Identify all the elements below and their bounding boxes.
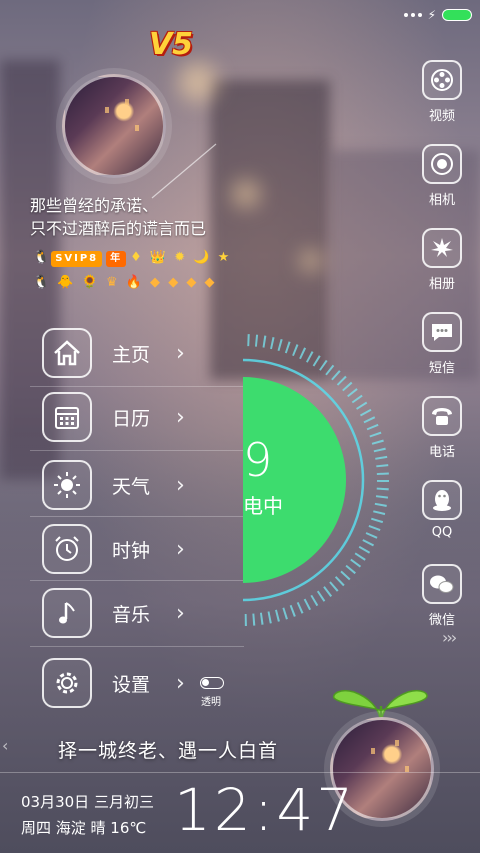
- chevron-right-icon: ›: [176, 472, 185, 498]
- ring-value: 9: [243, 433, 273, 487]
- dock-label-video: 视频: [428, 109, 455, 124]
- chat-bubble-icon: [422, 312, 462, 352]
- signature-line-1: 那些曾经的承诺、: [30, 196, 159, 215]
- dock-item-video[interactable]: 视频: [420, 60, 464, 124]
- slogan-text: 择一城终老、遇一人白首: [58, 740, 279, 762]
- badge-row-2: 🐧 🐥 🌻 ♛ 🔥 ◆ ◆ ◆ ◆: [33, 275, 217, 290]
- weekday-weather-text: 周四 海淀 晴 16℃: [21, 819, 147, 837]
- menu-item-home[interactable]: 主页 ›: [42, 326, 244, 380]
- decorative-line: [151, 143, 217, 199]
- menu-label-settings: 设置: [112, 673, 151, 696]
- scroll-left-chevron-icon[interactable]: ‹: [2, 736, 8, 755]
- chevron-right-icon: ›: [176, 404, 185, 430]
- dock-label-wechat: 微信: [428, 613, 455, 628]
- menu-item-weather[interactable]: 天气 ›: [42, 458, 244, 512]
- dock-item-wechat[interactable]: 微信: [420, 564, 464, 628]
- background-light: [178, 62, 218, 102]
- penguin-icon: 🐧: [33, 250, 52, 265]
- signature-text: 那些曾经的承诺、 只不过酒醉后的谎言而已: [30, 194, 206, 240]
- menu-label-calendar: 日历: [112, 407, 151, 430]
- dock-item-gallery[interactable]: 相册: [420, 228, 464, 292]
- battery-icon: [442, 9, 472, 21]
- divider: [30, 516, 244, 517]
- chevron-right-icon: ›: [176, 600, 185, 626]
- status-bar: ⚡: [403, 6, 472, 24]
- vip-level-badge: V5: [148, 27, 194, 62]
- signal-dots-icon: [403, 13, 422, 17]
- divider: [30, 646, 244, 647]
- transparency-toggle-label: 透明: [201, 697, 221, 708]
- dock-item-qq[interactable]: QQ: [420, 480, 464, 540]
- badge-icons-row-1: ♦ 👑 ✹ 🌙 ★: [130, 250, 232, 265]
- camera-lens-icon: [422, 144, 462, 184]
- dock-item-phone[interactable]: 电话: [420, 396, 464, 460]
- scroll-right-chevron-icon[interactable]: ›››: [442, 628, 457, 647]
- menu-label-weather: 天气: [112, 475, 151, 498]
- menu-item-calendar[interactable]: 日历 ›: [42, 390, 244, 444]
- divider: [30, 386, 244, 387]
- transparency-toggle[interactable]: [200, 677, 224, 689]
- alarm-clock-icon: [42, 524, 92, 574]
- menu-label-home: 主页: [112, 343, 151, 366]
- dock-item-camera[interactable]: 相机: [420, 144, 464, 208]
- dock-label-gallery: 相册: [428, 277, 455, 292]
- music-note-icon: [42, 588, 92, 638]
- menu-item-clock[interactable]: 时钟 ›: [42, 522, 244, 576]
- qq-penguin-icon: [422, 480, 462, 520]
- sun-icon: [42, 460, 92, 510]
- dock-label-qq: QQ: [431, 525, 453, 540]
- background-light: [232, 180, 260, 208]
- video-reel-icon: [422, 60, 462, 100]
- signature-line-2: 只不过酒醉后的谎言而已: [30, 219, 207, 238]
- chevron-right-icon: ›: [176, 340, 185, 366]
- calendar-icon: [42, 392, 92, 442]
- badge-row-1: 🐧 SVIP8 年 ♦ 👑 ✹ 🌙 ★: [33, 250, 231, 267]
- chevron-right-icon: ›: [176, 536, 185, 562]
- date-lunar-text: 03月30日 三月初三: [21, 793, 154, 811]
- background-light: [300, 250, 322, 272]
- svip-tag: SVIP8: [51, 251, 103, 267]
- clock-time[interactable]: 12:47: [174, 776, 356, 844]
- chevron-right-icon: ›: [176, 670, 185, 696]
- divider: [30, 580, 244, 581]
- gear-icon: [42, 658, 92, 708]
- wechat-icon: [422, 564, 462, 604]
- dock-item-sms[interactable]: 短信: [420, 312, 464, 376]
- phone-icon: [422, 396, 462, 436]
- ring-status-text: 电中: [243, 494, 283, 518]
- leaf-gallery-icon: [422, 228, 462, 268]
- menu-item-music[interactable]: 音乐 ›: [42, 586, 244, 640]
- sprout-icon: [332, 689, 428, 720]
- home-icon: [42, 328, 92, 378]
- dock-label-sms: 短信: [428, 361, 455, 376]
- year-tag: 年: [106, 251, 127, 267]
- menu-label-clock: 时钟: [112, 539, 151, 562]
- dock-label-camera: 相机: [428, 193, 455, 208]
- divider: [30, 450, 244, 451]
- charging-bolt-icon: ⚡: [427, 8, 436, 22]
- dock-label-phone: 电话: [428, 445, 455, 460]
- divider: [0, 772, 480, 773]
- menu-label-music: 音乐: [112, 603, 151, 626]
